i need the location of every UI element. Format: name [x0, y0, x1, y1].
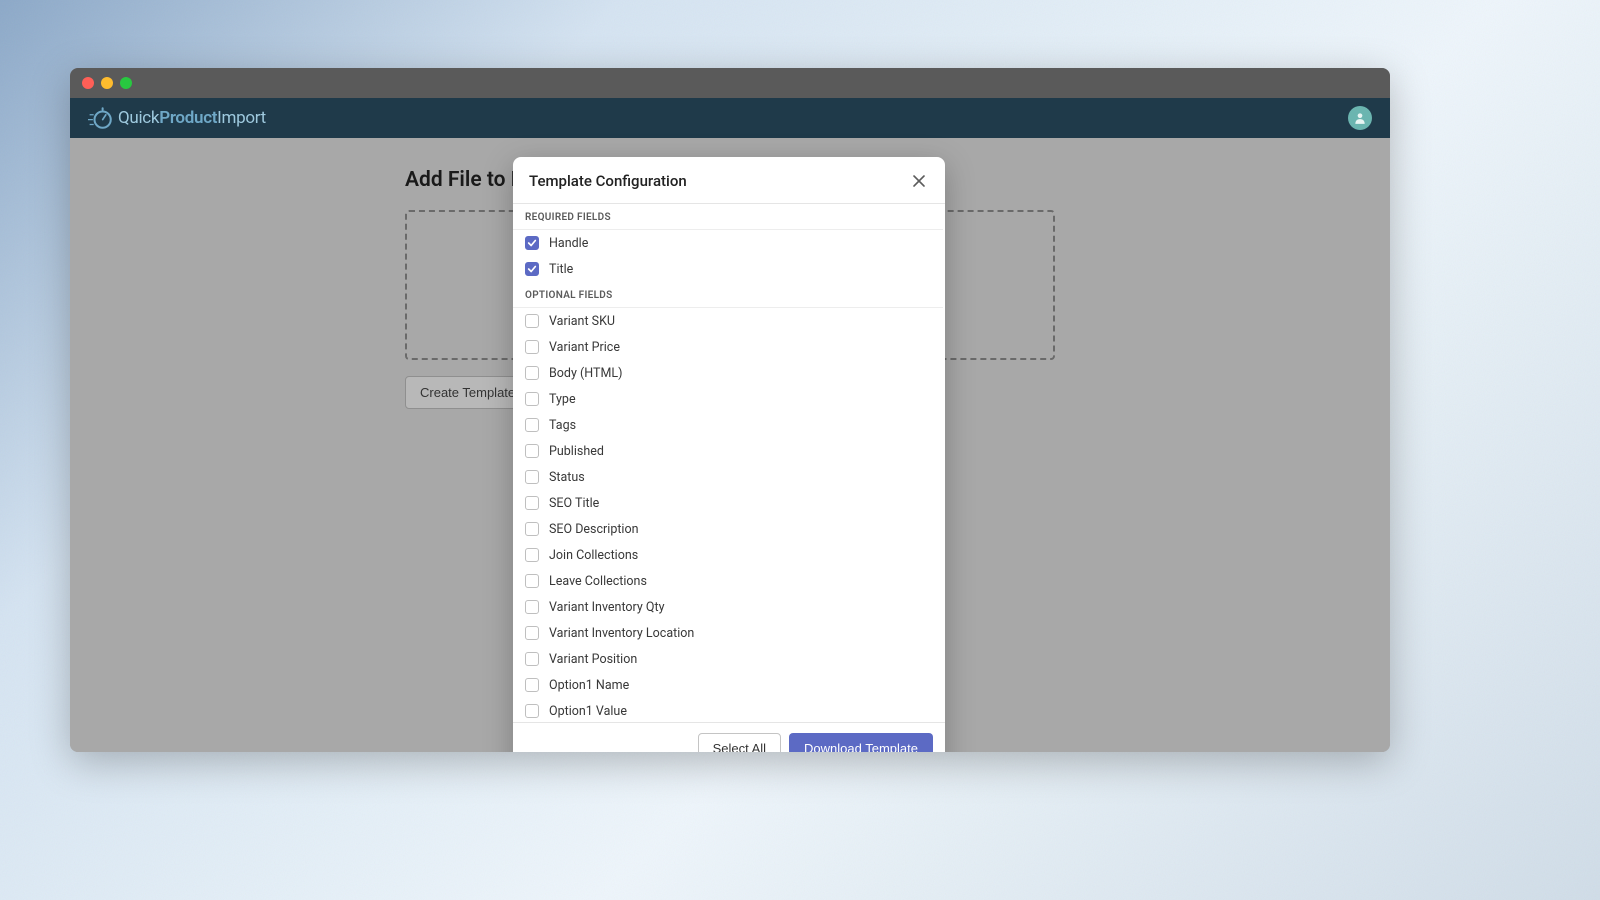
required-field-row[interactable]: Title	[513, 256, 943, 282]
optional-field-label: Status	[549, 470, 585, 485]
optional-field-checkbox[interactable]	[525, 626, 539, 640]
optional-field-row[interactable]: SEO Title	[513, 490, 943, 516]
optional-field-checkbox[interactable]	[525, 470, 539, 484]
app-header: QuickProductImport	[70, 98, 1390, 138]
user-icon	[1353, 111, 1367, 125]
optional-field-row[interactable]: Option1 Value	[513, 698, 943, 722]
required-field-checkbox[interactable]	[525, 262, 539, 276]
optional-field-label: SEO Description	[549, 522, 639, 537]
modal-header: Template Configuration	[513, 157, 945, 203]
check-icon	[527, 264, 537, 274]
download-template-button[interactable]: Download Template	[789, 733, 933, 752]
optional-field-row[interactable]: Join Collections	[513, 542, 943, 568]
maximize-window-button[interactable]	[120, 77, 132, 89]
optional-field-label: Join Collections	[549, 548, 638, 563]
optional-field-checkbox[interactable]	[525, 496, 539, 510]
required-field-checkbox[interactable]	[525, 236, 539, 250]
optional-field-checkbox[interactable]	[525, 574, 539, 588]
optional-field-checkbox[interactable]	[525, 314, 539, 328]
optional-field-row[interactable]: Variant Inventory Location	[513, 620, 943, 646]
template-config-modal: Template Configuration REQUIRED FIELDS H…	[513, 157, 945, 752]
optional-field-label: Published	[549, 444, 604, 459]
close-icon	[912, 174, 926, 188]
create-template-button[interactable]: Create Template	[405, 376, 530, 409]
optional-field-checkbox[interactable]	[525, 444, 539, 458]
required-field-label: Title	[549, 262, 573, 277]
optional-field-label: Variant Price	[549, 340, 620, 355]
modal-close-button[interactable]	[909, 171, 929, 191]
required-field-label: Handle	[549, 236, 588, 251]
optional-field-row[interactable]: Tags	[513, 412, 943, 438]
optional-field-label: Type	[549, 392, 576, 407]
optional-field-checkbox[interactable]	[525, 548, 539, 562]
optional-field-label: Variant Position	[549, 652, 637, 667]
optional-field-row[interactable]: Variant SKU	[513, 308, 943, 334]
optional-field-row[interactable]: Variant Inventory Qty	[513, 594, 943, 620]
check-icon	[527, 238, 537, 248]
optional-field-checkbox[interactable]	[525, 392, 539, 406]
select-all-button[interactable]: Select All	[698, 733, 781, 752]
optional-field-checkbox[interactable]	[525, 704, 539, 718]
optional-field-checkbox[interactable]	[525, 418, 539, 432]
optional-field-row[interactable]: Type	[513, 386, 943, 412]
optional-field-label: Tags	[549, 418, 576, 433]
optional-field-row[interactable]: Option1 Name	[513, 672, 943, 698]
optional-field-row[interactable]: Variant Price	[513, 334, 943, 360]
optional-field-label: SEO Title	[549, 496, 599, 511]
optional-field-label: Body (HTML)	[549, 366, 622, 381]
optional-field-row[interactable]: Body (HTML)	[513, 360, 943, 386]
avatar[interactable]	[1348, 106, 1372, 130]
stopwatch-icon	[88, 105, 114, 131]
close-window-button[interactable]	[82, 77, 94, 89]
required-fields-header: REQUIRED FIELDS	[513, 204, 943, 230]
browser-window: QuickProductImport Add File to B Create …	[70, 68, 1390, 752]
optional-field-row[interactable]: Status	[513, 464, 943, 490]
optional-field-label: Variant Inventory Qty	[549, 600, 665, 615]
optional-fields-header: OPTIONAL FIELDS	[513, 282, 943, 308]
app-body: Add File to B Create Template Template C…	[70, 138, 1390, 752]
optional-field-label: Variant SKU	[549, 314, 615, 329]
modal-title: Template Configuration	[529, 172, 687, 190]
optional-field-checkbox[interactable]	[525, 366, 539, 380]
minimize-window-button[interactable]	[101, 77, 113, 89]
optional-field-label: Leave Collections	[549, 574, 647, 589]
required-field-row[interactable]: Handle	[513, 230, 943, 256]
optional-field-row[interactable]: Variant Position	[513, 646, 943, 672]
optional-field-checkbox[interactable]	[525, 678, 539, 692]
optional-field-row[interactable]: Published	[513, 438, 943, 464]
optional-field-label: Option1 Value	[549, 704, 627, 719]
modal-footer: Select All Download Template	[513, 722, 945, 752]
optional-field-checkbox[interactable]	[525, 600, 539, 614]
optional-field-checkbox[interactable]	[525, 652, 539, 666]
window-title-bar	[70, 68, 1390, 98]
brand-text: QuickProductImport	[118, 108, 266, 128]
optional-field-checkbox[interactable]	[525, 340, 539, 354]
optional-field-checkbox[interactable]	[525, 522, 539, 536]
optional-field-row[interactable]: SEO Description	[513, 516, 943, 542]
optional-field-row[interactable]: Leave Collections	[513, 568, 943, 594]
modal-body[interactable]: REQUIRED FIELDS Handle Title OPTIONAL FIE…	[513, 203, 945, 722]
brand-logo[interactable]: QuickProductImport	[88, 105, 266, 131]
optional-field-label: Option1 Name	[549, 678, 629, 693]
optional-field-label: Variant Inventory Location	[549, 626, 694, 641]
